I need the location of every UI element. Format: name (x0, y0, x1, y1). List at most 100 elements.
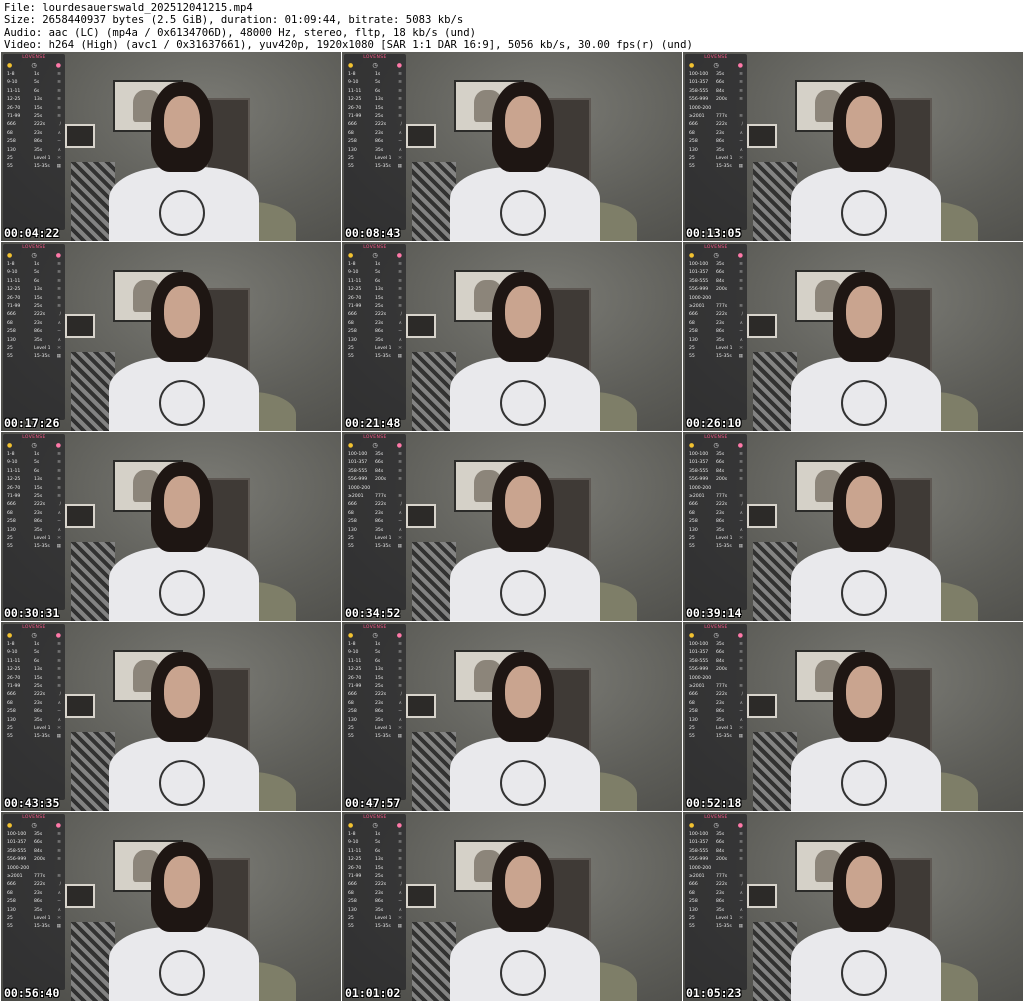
tip-row: 101-357 66s ≋ (685, 269, 747, 277)
vibration-pattern-icon: ∧ (398, 130, 402, 136)
clock-icon: ◷ (372, 252, 378, 259)
tip-row: 666 222s ∕ (685, 881, 747, 889)
tip-row: 9-10 5s ≋ (3, 649, 65, 657)
tip-amount: 666 (348, 692, 357, 698)
tip-duration: 25s (34, 683, 43, 689)
vibration-pattern-icon: ≋ (739, 683, 743, 689)
video-thumbnail[interactable]: LOVENSE ● ◷ ● 100-100 35s ≋ 101-357 66s ≋ 358-555 8… (683, 432, 1023, 621)
tip-amount: 130 (7, 337, 16, 343)
video-thumbnail[interactable]: LOVENSE ● ◷ ● 100-100 35s ≋ 101-357 66s ≋ 358-555 8… (683, 242, 1023, 431)
tip-row: 358-555 84s ≋ (685, 468, 747, 476)
video-thumbnail[interactable]: LOVENSE ● ◷ ● 100-100 35s ≋ 101-357 66s ≋ 358-555 8… (683, 52, 1023, 241)
tip-amount: 101-357 (689, 650, 709, 656)
video-thumbnail[interactable]: LOVENSE ● ◷ ● 1-8 1s ≋ 9-10 5s ≋ 11-11 6s ≋ 12-25 13s ≋… (342, 812, 682, 1001)
tip-amount: 25 (7, 535, 13, 541)
tip-amount: 258 (348, 139, 357, 145)
tip-amount: 130 (348, 147, 357, 153)
tip-amount: 55 (348, 924, 354, 930)
tip-duration: Level 1-5 (375, 915, 391, 921)
tip-menu-icons: ● ◷ ● (344, 251, 406, 261)
video-thumbnail[interactable]: LOVENSE ● ◷ ● 1-8 1s ≋ 9-10 5s ≋ 11-11 6s ≋ 12-25 13s ≋… (342, 52, 682, 241)
tip-amount: 11-11 (7, 88, 21, 94)
tip-row: 100-100 35s ≋ (685, 451, 747, 459)
lovense-tip-menu: LOVENSE ● ◷ ● 100-100 35s ≋ 101-357 66s ≋ 358-555 8… (685, 54, 747, 230)
tip-duration: Level 1-5 (34, 915, 50, 921)
vibration-pattern-icon: ∼ (57, 329, 61, 335)
video-thumbnail[interactable]: LOVENSE ● ◷ ● 100-100 35s ≋ 101-357 66s ≋ 358-555 8… (342, 432, 682, 621)
vibration-pattern-icon: ≋ (57, 262, 61, 267)
tip-duration: 23s (716, 890, 725, 896)
vibration-pattern-icon: ∧ (739, 130, 743, 136)
vibration-pattern-icon: ≍ (57, 915, 61, 921)
tip-row: 11-11 6s ≋ (3, 658, 65, 666)
tip-row: 26-70 15s ≋ (3, 485, 65, 493)
person-face (505, 666, 541, 718)
video-thumbnail[interactable]: LOVENSE ● ◷ ● 1-8 1s ≋ 9-10 5s ≋ 11-11 6s ≋ 12-25 13s ≋… (1, 52, 341, 241)
coin-icon: ● (348, 62, 354, 69)
tip-row: 100-100 35s ≋ (685, 641, 747, 649)
tip-menu-icons: ● ◷ ● (344, 631, 406, 641)
tip-duration: Level 1-5 (716, 155, 732, 161)
tip-duration: 777s (716, 493, 728, 499)
tip-row: 101-357 66s ≋ (685, 839, 747, 847)
thumbnail-timestamp: 00:47:57 (345, 796, 401, 810)
video-thumbnail[interactable]: LOVENSE ● ◷ ● 1-8 1s ≋ 9-10 5s ≋ 11-11 6s ≋ 12-25 13s ≋… (1, 432, 341, 621)
tip-amount: 1000-2000444s (7, 865, 29, 871)
tip-amount: 130 (348, 907, 357, 913)
tip-duration: 35s (34, 147, 43, 153)
tip-row: 258 86s ∼ (685, 708, 747, 716)
tip-duration: 25s (375, 303, 384, 309)
tip-row: 101-357 66s ≋ (3, 839, 65, 847)
vibration-pattern-icon: ∼ (739, 709, 743, 715)
tip-amount: 68 (689, 700, 695, 706)
vibration-pattern-icon (737, 105, 743, 113)
tip-duration: 1s (375, 832, 381, 837)
tip-amount: 55 (348, 734, 354, 740)
tip-duration: 5s (34, 650, 40, 656)
tip-amount: ≥2001 (689, 493, 705, 499)
tip-amount: 666 (7, 122, 16, 128)
tip-row: 9-10 5s ≋ (3, 269, 65, 277)
video-thumbnail[interactable]: LOVENSE ● ◷ ● 100-100 35s ≋ 101-357 66s ≋ 358-555 8… (683, 622, 1023, 811)
vibration-pattern-icon: ▦ (738, 164, 743, 170)
tip-menu-icons: ● ◷ ● (685, 61, 747, 71)
video-thumbnail[interactable]: LOVENSE ● ◷ ● 1-8 1s ≋ 9-10 5s ≋ 11-11 6s ≋ 12-25 13s ≋… (1, 622, 341, 811)
tip-amount: 1-8 (7, 642, 15, 647)
video-thumbnail[interactable]: LOVENSE ● ◷ ● 100-100 35s ≋ 101-357 66s ≋ 358-555 8… (683, 812, 1023, 1001)
vibration-pattern-icon: ▦ (397, 734, 402, 740)
tip-amount: 666 (7, 502, 16, 508)
tip-amount: 101-357 (348, 460, 368, 466)
tip-duration: Level 1-5 (716, 915, 732, 921)
tip-duration: 35s (34, 832, 43, 837)
vibration-pattern-icon: ∕ (400, 312, 402, 318)
tip-amount: 101-357 (689, 80, 709, 86)
tip-row: 55 15-35s ▦ (685, 923, 747, 931)
tip-amount: 556-999 (7, 857, 27, 863)
vibration-pattern-icon: ≋ (739, 88, 743, 94)
tip-row: 130 35s ∧ (3, 337, 65, 345)
tip-row: 130 35s ∧ (685, 337, 747, 345)
video-thumbnail[interactable]: LOVENSE ● ◷ ● 100-100 35s ≋ 101-357 66s ≋ 358-555 8… (1, 812, 341, 1001)
shirt-bear-print (159, 760, 205, 806)
tip-row: 358-555 84s ≋ (344, 468, 406, 476)
vibration-pattern-icon: ≋ (739, 857, 743, 863)
tip-row: 258 86s ∼ (685, 518, 747, 526)
tip-row: 130 35s ∧ (3, 907, 65, 915)
tip-amount: 71-99 (348, 873, 362, 879)
video-thumbnail[interactable]: LOVENSE ● ◷ ● 1-8 1s ≋ 9-10 5s ≋ 11-11 6s ≋ 12-25 13s ≋… (1, 242, 341, 431)
video-thumbnail[interactable]: LOVENSE ● ◷ ● 1-8 1s ≋ 9-10 5s ≋ 11-11 6s ≋ 12-25 13s ≋… (342, 622, 682, 811)
tip-duration: 23s (716, 700, 725, 706)
tip-duration: 66s (716, 80, 725, 86)
tip-amount: 100-100 (7, 832, 27, 837)
tip-amount: 258 (689, 899, 698, 905)
tip-amount: 100-100 (689, 642, 709, 647)
tip-duration: 23s (34, 510, 43, 516)
tip-amount: 130 (7, 147, 16, 153)
vibration-pattern-icon: ∕ (741, 122, 743, 128)
tip-duration: 15-35s (34, 544, 50, 550)
thumbnail-timestamp: 00:30:31 (4, 606, 60, 620)
vibration-pattern-icon: ≋ (398, 848, 402, 854)
tip-amount: 101-357 (689, 460, 709, 466)
tip-amount: 556-999 (689, 477, 709, 483)
video-thumbnail[interactable]: LOVENSE ● ◷ ● 1-8 1s ≋ 9-10 5s ≋ 11-11 6s ≋ 12-25 13s ≋… (342, 242, 682, 431)
